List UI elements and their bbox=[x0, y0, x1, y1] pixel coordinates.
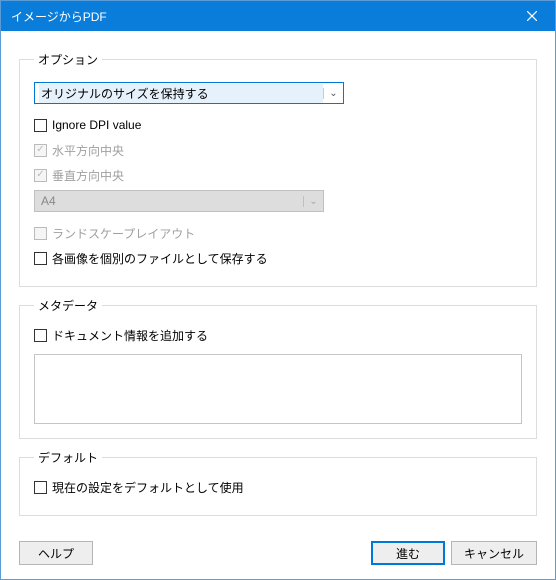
titlebar: イメージからPDF bbox=[1, 1, 555, 31]
paper-size-select: A4 ⌄ bbox=[34, 190, 324, 212]
defaults-group: デフォルト 現在の設定をデフォルトとして使用 bbox=[19, 449, 537, 516]
doc-info-textarea[interactable] bbox=[34, 354, 522, 424]
save-each-label: 各画像を個別のファイルとして保存する bbox=[52, 250, 268, 267]
center-v-checkbox bbox=[34, 169, 47, 182]
paper-size-value: A4 bbox=[39, 193, 303, 209]
options-legend: オプション bbox=[34, 51, 102, 68]
dialog-content: オプション オリジナルのサイズを保持する ⌄ Ignore DPI value … bbox=[1, 31, 555, 579]
save-each-row[interactable]: 各画像を個別のファイルとして保存する bbox=[34, 247, 522, 269]
landscape-label: ランドスケープレイアウト bbox=[52, 225, 195, 242]
ignore-dpi-row[interactable]: Ignore DPI value bbox=[34, 114, 522, 136]
center-h-label: 水平方向中央 bbox=[52, 142, 124, 159]
center-v-label: 垂直方向中央 bbox=[52, 167, 124, 184]
add-doc-info-checkbox[interactable] bbox=[34, 329, 47, 342]
add-doc-info-row[interactable]: ドキュメント情報を追加する bbox=[34, 324, 522, 346]
center-v-row: 垂直方向中央 bbox=[34, 164, 522, 186]
spacer bbox=[99, 541, 365, 565]
size-mode-select[interactable]: オリジナルのサイズを保持する ⌄ bbox=[34, 82, 344, 104]
use-current-defaults-label: 現在の設定をデフォルトとして使用 bbox=[52, 479, 244, 496]
ignore-dpi-label: Ignore DPI value bbox=[52, 118, 141, 132]
ignore-dpi-checkbox[interactable] bbox=[34, 119, 47, 132]
landscape-checkbox bbox=[34, 227, 47, 240]
chevron-down-icon: ⌄ bbox=[303, 196, 319, 207]
save-each-checkbox[interactable] bbox=[34, 252, 47, 265]
ok-button[interactable]: 進む bbox=[371, 541, 445, 565]
button-bar: ヘルプ 進む キャンセル bbox=[19, 541, 537, 565]
close-button[interactable] bbox=[509, 1, 555, 31]
close-icon bbox=[527, 11, 537, 21]
metadata-group: メタデータ ドキュメント情報を追加する bbox=[19, 297, 537, 439]
options-group: オプション オリジナルのサイズを保持する ⌄ Ignore DPI value … bbox=[19, 51, 537, 287]
cancel-button[interactable]: キャンセル bbox=[451, 541, 537, 565]
add-doc-info-label: ドキュメント情報を追加する bbox=[52, 327, 208, 344]
center-h-row: 水平方向中央 bbox=[34, 139, 522, 161]
metadata-legend: メタデータ bbox=[34, 297, 102, 314]
center-h-checkbox bbox=[34, 144, 47, 157]
defaults-legend: デフォルト bbox=[34, 449, 102, 466]
size-mode-value: オリジナルのサイズを保持する bbox=[39, 84, 323, 103]
use-current-defaults-row[interactable]: 現在の設定をデフォルトとして使用 bbox=[34, 476, 522, 498]
help-button[interactable]: ヘルプ bbox=[19, 541, 93, 565]
use-current-defaults-checkbox[interactable] bbox=[34, 481, 47, 494]
landscape-row: ランドスケープレイアウト bbox=[34, 222, 522, 244]
spacer bbox=[19, 516, 537, 525]
window-title: イメージからPDF bbox=[11, 8, 509, 25]
chevron-down-icon: ⌄ bbox=[323, 88, 339, 99]
dialog-window: イメージからPDF オプション オリジナルのサイズを保持する ⌄ Ignore … bbox=[0, 0, 556, 580]
